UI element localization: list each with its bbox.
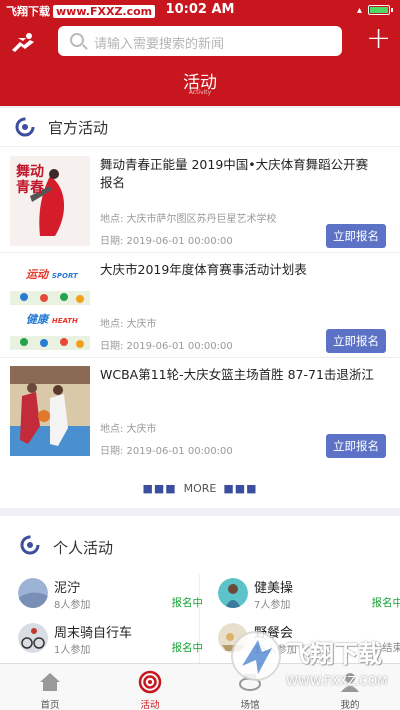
event-location: 地点: 大庆市萨尔图区苏丹巨星艺术学校 <box>100 214 277 225</box>
thumbnail-caption: 运动 <box>26 268 48 281</box>
event-date: 日期: 2019-06-01 00:00:00 <box>100 446 233 457</box>
participant-count: 8人参加 <box>54 600 91 611</box>
avatar <box>18 623 48 653</box>
event-item[interactable]: 舞动青春 舞动青春正能量 2019中国•大庆体育舞蹈公开赛报名 地点: 大庆市萨… <box>0 148 400 253</box>
thumbnail-caption: 舞动青春 <box>16 164 44 196</box>
search-input[interactable]: 请输入需要搜索的新闻 <box>94 33 224 52</box>
personal-activity-item[interactable]: 健美操 7人参加 报名中 <box>218 575 400 617</box>
app-logo-icon[interactable] <box>10 32 36 54</box>
thumbnail-caption: HEATH <box>51 317 78 325</box>
avatar <box>18 578 48 608</box>
thumbnail-caption: SPORT <box>51 272 78 280</box>
event-title[interactable]: 舞动青春正能量 2019中国•大庆体育舞蹈公开赛报名 <box>100 156 380 192</box>
more-label: MORE <box>183 482 217 495</box>
more-link[interactable]: ■■■ MORE ■■■ <box>0 482 400 495</box>
register-button[interactable]: 立即报名 <box>326 224 386 248</box>
tab-activity[interactable]: 活动 <box>100 664 200 710</box>
target-icon <box>138 670 162 694</box>
participant-count: 7人参加 <box>254 600 291 611</box>
thumbnail-caption: 健康 <box>26 313 48 326</box>
event-thumbnail: 运动 SPORT 健康 HEATH <box>10 261 90 351</box>
battery-icon <box>368 5 393 15</box>
status-badge: 报名中 <box>371 597 400 609</box>
divider <box>0 146 400 147</box>
event-location: 地点: 大庆市 <box>100 424 157 435</box>
page-subtitle: Activity <box>188 89 212 96</box>
watermark-url: WWW.FXXZ.COM <box>286 674 388 688</box>
register-button[interactable]: 立即报名 <box>326 329 386 353</box>
watermark: 飞翔下载 WWW.FXXZ.COM <box>228 622 393 702</box>
app-header: 请输入需要搜索的新闻 + 活动 Activity <box>0 20 400 106</box>
section-target-icon <box>20 535 40 555</box>
personal-activity-item[interactable]: 泥泞 8人参加 报名中 <box>18 575 203 617</box>
status-badge: 报名中 <box>171 597 204 609</box>
participant-count: 1人参加 <box>54 645 91 656</box>
event-date: 日期: 2019-06-01 00:00:00 <box>100 236 233 247</box>
event-item[interactable]: 运动 SPORT 健康 HEATH 大庆市2019年度体育赛事活动计划表 地点:… <box>0 253 400 358</box>
add-icon[interactable]: + <box>366 24 391 54</box>
status-time: 10:02 AM <box>165 2 235 17</box>
avatar <box>218 578 248 608</box>
search-icon <box>70 33 84 47</box>
section-title: 个人活动 <box>53 539 114 557</box>
register-button[interactable]: 立即报名 <box>326 434 386 458</box>
dots-icon: ■■■ <box>142 482 177 495</box>
event-location: 地点: 大庆市 <box>100 319 157 330</box>
status-badge: 报名中 <box>171 642 204 654</box>
section-target-icon <box>15 117 35 137</box>
watermark-text: 飞翔下载 <box>286 640 382 668</box>
personal-activity-item[interactable]: 周末骑自行车 1人参加 报名中 <box>18 620 203 662</box>
event-thumbnail <box>10 366 90 456</box>
activity-name: 周末骑自行车 <box>54 626 133 641</box>
event-item[interactable]: WCBA第11轮-大庆女篮主场首胜 87-71击退浙江 地点: 大庆市 日期: … <box>0 358 400 463</box>
search-bar[interactable]: 请输入需要搜索的新闻 <box>58 26 342 56</box>
status-bar: 飞翔下载 www.FXXZ.com ▴ 10:02 AM <box>0 0 400 20</box>
activity-name: 泥泞 <box>54 581 81 596</box>
activity-name: 健美操 <box>254 581 294 596</box>
official-activities-section: 官方活动 舞动青春 舞动青春正能量 2019中国•大庆体育舞蹈公开赛报名 地点:… <box>0 108 400 508</box>
home-icon <box>40 673 60 691</box>
event-date: 日期: 2019-06-01 00:00:00 <box>100 341 233 352</box>
event-title[interactable]: WCBA第11轮-大庆女篮主场首胜 87-71击退浙江 <box>100 366 380 384</box>
section-title: 官方活动 <box>48 119 109 137</box>
tab-label: 活动 <box>140 700 160 710</box>
tab-label: 首页 <box>40 700 60 710</box>
event-title[interactable]: 大庆市2019年度体育赛事活动计划表 <box>100 261 380 279</box>
tab-home[interactable]: 首页 <box>0 664 100 710</box>
official-section-header: 官方活动 <box>0 108 400 146</box>
dots-icon: ■■■ <box>223 482 258 495</box>
event-thumbnail: 舞动青春 <box>10 156 90 246</box>
